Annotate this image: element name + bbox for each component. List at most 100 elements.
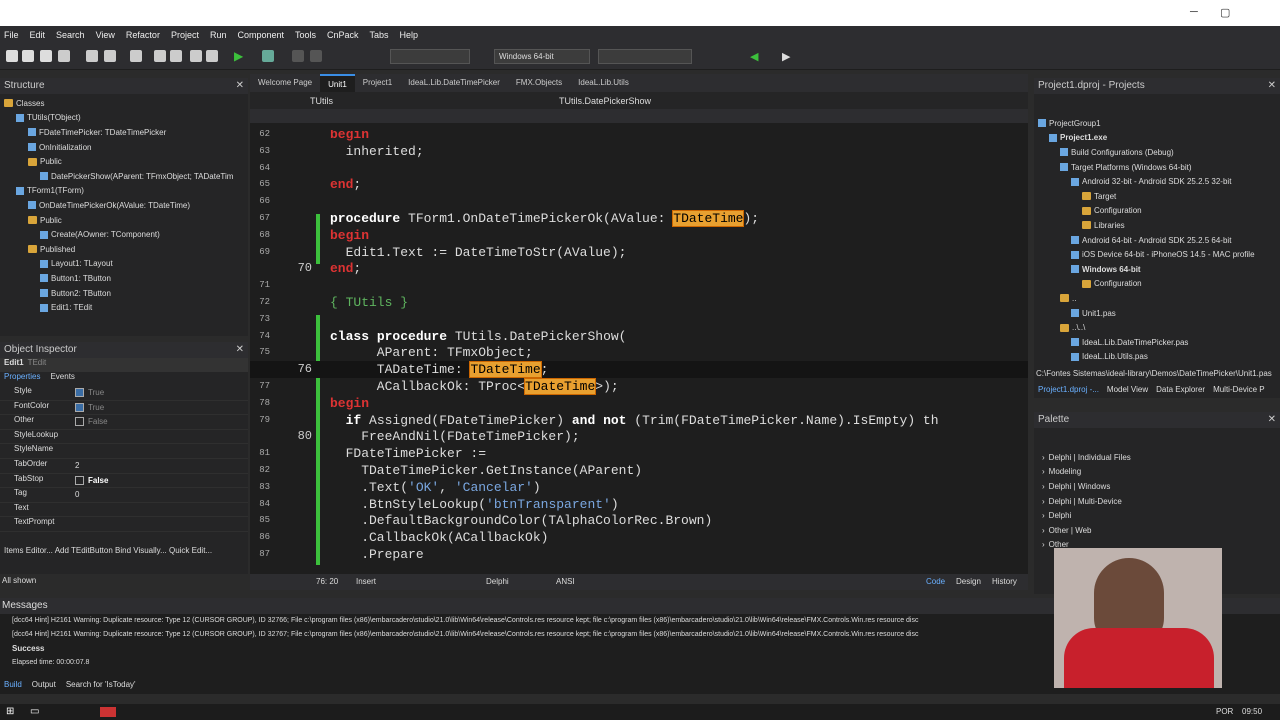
code-line[interactable]: 75 AParent: TFmxObject; — [250, 344, 1028, 361]
project-tree-item[interactable]: Target Platforms (Windows 64-bit) — [1034, 160, 1280, 175]
code-line[interactable]: 82 TDateTimePicker.GetInstance(AParent) — [250, 462, 1028, 479]
checkbox[interactable] — [75, 475, 84, 485]
code-line[interactable]: 81 FDateTimePicker := — [250, 445, 1028, 462]
crumb-method[interactable]: TUtils.DatePickerShow — [559, 96, 651, 106]
editor-tab[interactable]: IdeaL.Lib.Utils — [570, 74, 637, 92]
palette-category[interactable]: › Delphi | Multi-Device — [1034, 494, 1280, 509]
projects-tab[interactable]: Multi-Device P — [1213, 385, 1265, 394]
palette-category[interactable]: › Modeling — [1034, 465, 1280, 480]
code-line[interactable]: 69 Edit1.Text := DateTimeToStr(AValue); — [250, 244, 1028, 261]
code-line[interactable]: 62 begin — [250, 130, 1028, 143]
property-row[interactable]: TextPrompt — [0, 517, 248, 532]
task-view-icon[interactable]: ▭ — [30, 706, 39, 717]
code-line[interactable]: 71 — [250, 277, 1028, 294]
code-line[interactable]: 65 end; — [250, 176, 1028, 193]
view-form-icon[interactable] — [170, 50, 182, 62]
code-line[interactable]: 84 .BtnStyleLookup('btnTransparent') — [250, 496, 1028, 513]
project-tree-item[interactable]: Unit1.pas — [1034, 306, 1280, 321]
palette-category[interactable]: › Delphi | Individual Files — [1034, 450, 1280, 465]
menu-item[interactable]: Project — [171, 30, 199, 40]
project-tree-item[interactable]: IdeaL.Lib.DateTimePicker.pas — [1034, 335, 1280, 350]
menu-item[interactable]: Run — [210, 30, 227, 40]
code-line[interactable]: 73 — [250, 311, 1028, 328]
tree-item[interactable]: Button2: TButton — [0, 286, 248, 301]
close-icon[interactable]: ✕ — [236, 80, 244, 92]
pause-icon[interactable] — [292, 50, 304, 62]
keyboard-language[interactable]: POR — [1216, 707, 1233, 716]
code-line[interactable]: 63 inherited; — [250, 143, 1028, 160]
add-file-icon[interactable] — [130, 50, 142, 62]
property-value[interactable]: True — [75, 386, 248, 400]
new-icon[interactable] — [6, 50, 18, 62]
project-tree-item[interactable]: Configuration — [1034, 204, 1280, 219]
back-icon[interactable]: ◀ — [750, 50, 758, 63]
tree-item[interactable]: Edit1: TEdit — [0, 300, 248, 315]
code-line[interactable]: 80 FreeAndNil(FDateTimePicker); — [250, 428, 1028, 445]
code-line[interactable]: 86 .CallbackOk(ACallbackOk) — [250, 529, 1028, 546]
projects-tab[interactable]: Model View — [1107, 385, 1148, 394]
code-area[interactable]: 62 begin 63 inherited; 64 65 end; 66 67 procedur… — [250, 130, 1028, 566]
property-value[interactable]: 0 — [75, 488, 248, 502]
project-tree-item[interactable]: iOS Device 64-bit - iPhoneOS 14.5 - MAC … — [1034, 247, 1280, 262]
message-line[interactable]: [dcc64 Hint] H2161 Warning: Duplicate re… — [12, 628, 1050, 642]
messages-tab[interactable]: Build — [4, 680, 22, 689]
code-line[interactable]: 68 begin — [250, 227, 1028, 244]
tab-code[interactable]: Code — [926, 577, 945, 586]
property-row[interactable]: Tag 0 — [0, 488, 248, 503]
code-line[interactable]: 77 ACallbackOk: TProc<TDateTime>); — [250, 378, 1028, 395]
encoding[interactable]: ANSI — [556, 577, 575, 586]
property-row[interactable]: Text — [0, 503, 248, 518]
project-tree-item[interactable]: Build Configurations (Debug) — [1034, 145, 1280, 160]
menu-item[interactable]: Component — [237, 30, 284, 40]
palette-category[interactable]: › Other | Web — [1034, 523, 1280, 538]
messages-tab[interactable]: Output — [32, 680, 56, 689]
projects-tab[interactable]: Project1.dproj -... — [1038, 385, 1099, 394]
code-line[interactable]: 85 .DefaultBackgroundColor(TAlphaColorRe… — [250, 512, 1028, 529]
code-line[interactable]: 67 procedure TForm1.OnDateTimePickerOk(AV… — [250, 210, 1028, 227]
tab-properties[interactable]: Properties — [4, 372, 40, 386]
editor-tab[interactable]: Welcome Page — [250, 74, 320, 92]
messages-tab[interactable]: Search for 'IsToday' — [66, 680, 136, 689]
windows-start-icon[interactable]: ⊞ — [6, 706, 14, 717]
tree-item[interactable]: TForm1(TForm) — [0, 184, 248, 199]
close-icon[interactable]: ✕ — [1268, 414, 1276, 426]
code-line[interactable]: 66 — [250, 193, 1028, 210]
tree-item[interactable]: Create(AOwner: TComponent) — [0, 227, 248, 242]
tab-events[interactable]: Events — [50, 372, 74, 386]
code-line[interactable]: 64 — [250, 160, 1028, 177]
maximize-icon[interactable]: ▢ — [1220, 6, 1230, 19]
checkbox[interactable] — [75, 417, 84, 427]
run-without-debug-icon[interactable] — [262, 50, 274, 62]
component-selector[interactable]: Edit1 TEdit — [0, 358, 248, 372]
config-combo[interactable] — [390, 49, 470, 64]
tree-item[interactable]: Public — [0, 213, 248, 228]
project-tree-item[interactable]: ..\..\ — [1034, 320, 1280, 335]
menu-item[interactable]: View — [96, 30, 115, 40]
checkbox[interactable] — [75, 388, 84, 398]
project-tree-item[interactable]: Android 32-bit - Android SDK 25.2.5 32-b… — [1034, 174, 1280, 189]
tree-item[interactable]: Classes — [0, 96, 248, 111]
menu-item[interactable]: File — [4, 30, 19, 40]
menu-item[interactable]: CnPack — [327, 30, 359, 40]
platform-combo[interactable]: Windows 64-bit — [494, 49, 590, 64]
message-line[interactable]: [dcc64 Hint] H2161 Warning: Duplicate re… — [12, 614, 1050, 628]
property-value[interactable] — [75, 444, 248, 458]
crumb-class[interactable]: TUtils — [310, 96, 333, 106]
project-tree-item[interactable]: ProjectGroup1 — [1034, 116, 1280, 131]
menu-item[interactable]: Tools — [295, 30, 316, 40]
editor-tab[interactable]: Unit1 — [320, 74, 355, 92]
stop-icon[interactable] — [310, 50, 322, 62]
property-value[interactable]: 2 — [75, 459, 248, 473]
code-line[interactable]: 83 .Text('OK', 'Cancelar') — [250, 479, 1028, 496]
property-row[interactable]: FontColor True — [0, 401, 248, 416]
project-tree-item[interactable]: .. — [1034, 291, 1280, 306]
tree-item[interactable]: Button1: TButton — [0, 271, 248, 286]
menu-item[interactable]: Refactor — [126, 30, 160, 40]
property-row[interactable]: Other False — [0, 415, 248, 430]
save-all-icon[interactable] — [104, 50, 116, 62]
property-row[interactable]: TabOrder 2 — [0, 459, 248, 474]
tree-item[interactable]: DatePickerShow(AParent: TFmxObject; TADa… — [0, 169, 248, 184]
clock[interactable]: 09:50 — [1242, 707, 1262, 716]
run-icon[interactable]: ▶ — [234, 49, 243, 63]
code-line[interactable]: 74 class procedure TUtils.DatePickerShow( — [250, 328, 1028, 345]
